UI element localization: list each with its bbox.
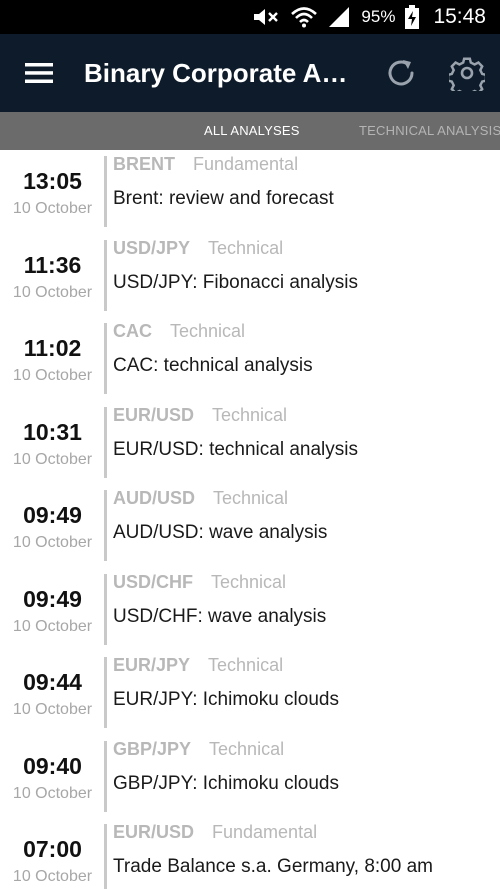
item-divider (104, 824, 107, 889)
list-item[interactable]: 11:02 10 October CAC Technical CAC: technica… (0, 317, 500, 401)
tab-all-analyses[interactable]: ALL ANALYSES (204, 112, 300, 150)
item-meta: EUR/USD Fundamental (113, 822, 317, 843)
item-headline: USD/CHF: wave analysis (113, 605, 327, 627)
item-divider (104, 573, 107, 645)
refresh-button[interactable] (368, 34, 434, 112)
item-headline: USD/JPY: Fibonacci analysis (113, 271, 358, 293)
item-symbol: EUR/JPY (113, 655, 191, 675)
item-date: 10 October (12, 868, 93, 885)
item-meta: EUR/USD Technical (113, 405, 287, 426)
item-date: 10 October (12, 450, 93, 468)
item-time: 10:31 (23, 418, 82, 445)
item-symbol: USD/JPY (113, 237, 191, 258)
list-item[interactable]: 07:00 10 October EUR/USD Fundamental Trade B… (0, 818, 500, 889)
item-divider (104, 156, 107, 227)
item-meta: CAC Technical (113, 321, 245, 342)
battery-percent: 95% (361, 7, 396, 26)
mute-icon (251, 7, 281, 27)
item-kind: Technical (208, 655, 284, 675)
item-time: 07:00 (23, 836, 82, 862)
hamburger-menu-icon (25, 63, 53, 83)
item-headline: Trade Balance s.a. Germany, 8:00 am (113, 856, 433, 877)
item-headline: EUR/JPY: Ichimoku clouds (113, 689, 339, 710)
settings-button[interactable] (434, 34, 500, 112)
item-kind: Technical (170, 321, 246, 341)
analyses-list: 13:05 10 October BRENT Fundamental Brent: re… (0, 150, 500, 889)
item-kind: Technical (211, 571, 287, 592)
list-item[interactable]: 09:49 10 October USD/CHF Technical USD/CHF: … (0, 568, 500, 652)
item-time: 11:36 (23, 251, 82, 278)
battery-charging-icon (405, 5, 420, 29)
item-time: 09:40 (23, 752, 82, 779)
item-kind: Technical (209, 738, 285, 759)
item-headline: EUR/USD: technical analysis (113, 438, 358, 460)
item-time: 13:05 (23, 168, 82, 194)
item-headline: Brent: review and forecast (113, 188, 334, 209)
item-meta: EUR/JPY Technical (113, 655, 283, 676)
item-meta: BRENT Fundamental (113, 154, 298, 175)
wifi-icon (291, 6, 318, 28)
status-bar: 95% 15:48 (0, 0, 500, 34)
item-date: 10 October (12, 534, 93, 551)
item-date: 10 October (12, 617, 93, 635)
gear-icon (449, 57, 485, 91)
list-item[interactable]: 11:36 10 October USD/JPY Technical USD/JPY: … (0, 234, 500, 318)
item-kind: Fundamental (212, 822, 318, 842)
signal-icon (327, 6, 351, 28)
status-clock: 15:48 (433, 5, 486, 28)
item-time: 09:44 (23, 669, 82, 695)
item-headline: GBP/JPY: Ichimoku clouds (113, 772, 339, 794)
list-item[interactable]: 09:40 10 October GBP/JPY Technical GBP/JPY: … (0, 735, 500, 819)
menu-button[interactable] (0, 34, 78, 112)
list-item[interactable]: 09:49 10 October AUD/USD Technical AUD/USD: … (0, 484, 500, 568)
item-headline: CAC: technical analysis (113, 355, 313, 376)
item-kind: Technical (213, 488, 289, 508)
item-symbol: CAC (113, 321, 152, 341)
app-toolbar: Binary Corporate An… (0, 34, 500, 112)
item-divider (104, 239, 107, 311)
item-divider (104, 406, 107, 478)
item-time: 09:49 (23, 585, 82, 612)
item-divider (104, 490, 107, 561)
item-date: 10 October (12, 701, 93, 718)
item-date: 10 October (12, 784, 93, 802)
item-time: 09:49 (23, 502, 82, 528)
item-symbol: USD/CHF (113, 571, 193, 592)
item-date: 10 October (12, 367, 93, 384)
item-divider (104, 740, 107, 812)
item-headline: AUD/USD: wave analysis (113, 522, 328, 543)
refresh-icon (388, 60, 414, 86)
list-item[interactable]: 13:05 10 October BRENT Fundamental Brent: re… (0, 150, 500, 234)
item-meta: GBP/JPY Technical (113, 739, 284, 760)
item-symbol: EUR/USD (113, 822, 195, 842)
item-symbol: AUD/USD (113, 488, 196, 508)
item-symbol: BRENT (113, 154, 175, 174)
app-title: Binary Corporate An… (84, 57, 364, 88)
list-item[interactable]: 09:44 10 October EUR/JPY Technical EUR/JPY: … (0, 651, 500, 735)
item-symbol: EUR/USD (113, 404, 195, 425)
tab-technical-analysis[interactable]: TECHNICAL ANALYSIS (359, 112, 500, 150)
tab-strip: ALL ANALYSES TECHNICAL ANALYSIS (0, 112, 500, 150)
item-kind: Technical (208, 237, 284, 258)
item-date: 10 October (12, 283, 93, 301)
item-kind: Technical (212, 404, 288, 425)
item-kind: Fundamental (193, 154, 299, 174)
item-meta: AUD/USD Technical (113, 488, 288, 509)
item-meta: USD/CHF Technical (113, 572, 286, 593)
item-time: 11:02 (23, 335, 82, 361)
item-date: 10 October (12, 200, 93, 217)
item-meta: USD/JPY Technical (113, 238, 283, 259)
item-symbol: GBP/JPY (113, 738, 192, 759)
list-item[interactable]: 10:31 10 October EUR/USD Technical EUR/USD: … (0, 401, 500, 485)
item-divider (104, 323, 107, 394)
item-divider (104, 657, 107, 728)
